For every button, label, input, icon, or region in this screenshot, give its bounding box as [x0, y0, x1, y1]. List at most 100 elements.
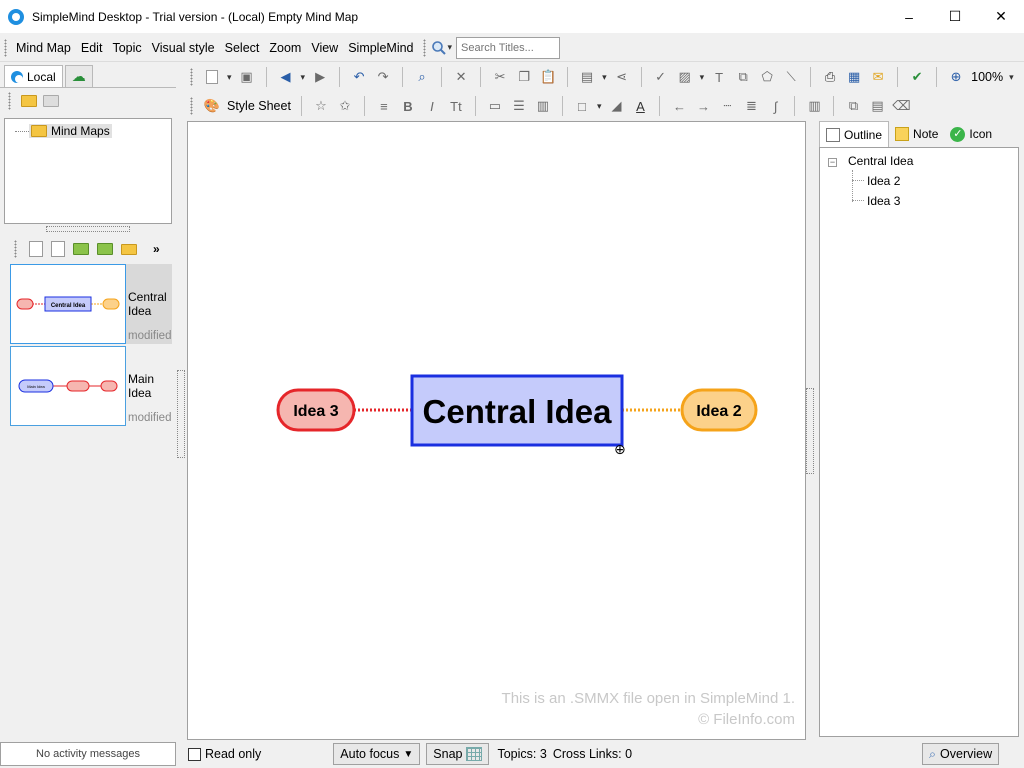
back-icon[interactable]: ◀ — [277, 68, 295, 86]
find-icon[interactable]: ⌕ — [413, 68, 431, 86]
layout-icon[interactable]: ▥ — [805, 97, 823, 115]
toolbar-grip[interactable] — [4, 38, 7, 57]
cut-icon[interactable]: ✂ — [491, 68, 509, 86]
dotted-line-icon[interactable]: ┈ — [718, 97, 736, 115]
collapse-icon[interactable]: − — [828, 158, 837, 167]
rounded-rect-icon[interactable]: ▭ — [486, 97, 504, 115]
add-topic-handle-icon[interactable]: ⊕ — [614, 442, 626, 458]
chevron-down-icon[interactable]: ▾ — [448, 42, 453, 53]
image-icon[interactable]: ▨ — [676, 68, 694, 86]
export-icon[interactable] — [97, 243, 113, 255]
tab-outline[interactable]: Outline — [819, 121, 890, 147]
minimize-button[interactable]: – — [886, 0, 932, 33]
new-document-icon[interactable] — [29, 241, 43, 257]
save-icon[interactable]: ▣ — [238, 68, 256, 86]
chevron-down-icon[interactable]: ▾ — [602, 72, 607, 83]
outline-item-central-idea[interactable]: Central Idea — [848, 154, 913, 168]
right-splitter[interactable] — [806, 388, 814, 474]
bold-icon[interactable]: B — [399, 97, 417, 115]
checkbox-icon[interactable]: ✓ — [652, 68, 670, 86]
chevron-down-icon[interactable]: ▾ — [227, 72, 232, 83]
chevron-down-icon[interactable]: ▾ — [1009, 72, 1014, 83]
menu-visual-style[interactable]: Visual style — [147, 35, 220, 61]
menu-mind-map[interactable]: Mind Map — [11, 35, 76, 61]
eraser-icon[interactable]: ⌫ — [892, 97, 910, 115]
copy-style-icon[interactable]: ⧉ — [844, 97, 862, 115]
list-icon[interactable]: ☰ — [510, 97, 528, 115]
snap-button[interactable]: Snap — [426, 743, 490, 765]
menu-view[interactable]: View — [306, 35, 343, 61]
overview-button[interactable]: ⌕ Overview — [922, 743, 1000, 765]
print-icon[interactable]: ⎙ — [821, 68, 839, 86]
auto-focus-button[interactable]: Auto focus ▼ — [333, 743, 421, 765]
close-button[interactable]: ✕ — [978, 0, 1024, 33]
menu-zoom[interactable]: Zoom — [264, 35, 306, 61]
toolbar-grip[interactable] — [422, 38, 426, 57]
toolbar-grip[interactable] — [190, 97, 193, 115]
relation-icon[interactable]: ⟍ — [782, 68, 800, 86]
new-folder-icon[interactable] — [21, 95, 37, 107]
text-icon[interactable]: T — [710, 68, 728, 86]
tree-item-mind-maps[interactable]: Mind Maps — [29, 124, 112, 138]
toolbar-grip[interactable] — [190, 68, 193, 86]
outline-item-idea-2[interactable]: Idea 2 — [867, 174, 900, 188]
toolbar-grip[interactable] — [14, 240, 17, 258]
tab-note[interactable]: Note — [889, 121, 944, 147]
italic-icon[interactable]: I — [423, 97, 441, 115]
undo-icon[interactable]: ↶ — [350, 68, 368, 86]
stars-icon[interactable]: ✩ — [336, 97, 354, 115]
chevron-down-icon[interactable]: ▾ — [700, 72, 705, 83]
forward-icon[interactable]: ▶ — [311, 68, 329, 86]
delete-icon[interactable]: ✕ — [452, 68, 470, 86]
tab-local[interactable]: Local — [4, 65, 63, 87]
zoom-icon[interactable]: ⊕ — [947, 68, 965, 86]
email-icon[interactable] — [121, 243, 137, 255]
shape-icon[interactable]: ⬠ — [758, 68, 776, 86]
align-icon[interactable]: ≡ — [375, 97, 393, 115]
read-only-checkbox[interactable] — [188, 747, 201, 761]
arrow-left-icon[interactable]: ← — [670, 97, 688, 115]
border-icon[interactable]: □ — [573, 97, 591, 115]
fill-icon[interactable]: ◢ — [607, 97, 625, 115]
text-color-icon[interactable]: A — [631, 97, 649, 115]
redo-icon[interactable]: ↷ — [374, 68, 392, 86]
outline-item-idea-3[interactable]: Idea 3 — [867, 194, 900, 208]
column-icon[interactable]: ▥ — [534, 97, 552, 115]
menu-select[interactable]: Select — [220, 35, 265, 61]
arrow-right-icon[interactable]: → — [694, 97, 712, 115]
tab-icon[interactable]: ✓ Icon — [944, 121, 998, 147]
search-icon[interactable] — [430, 39, 448, 57]
toolbar-grip[interactable] — [8, 92, 11, 110]
menu-edit[interactable]: Edit — [76, 35, 108, 61]
style-sheet-button[interactable]: Style Sheet — [227, 99, 291, 113]
spellcheck-icon[interactable]: ✔ — [908, 68, 926, 86]
new-map-icon[interactable] — [203, 68, 221, 86]
mind-map-canvas[interactable]: Idea 3 Central Idea Idea 2 ⊕ This is an … — [187, 121, 806, 740]
list-item[interactable]: Main Idea Main Idea modified — [10, 346, 172, 426]
line-width-icon[interactable]: ≣ — [742, 97, 760, 115]
tab-cloud[interactable]: ☁ — [64, 65, 93, 87]
star-icon[interactable]: ☆ — [312, 97, 330, 115]
panel-splitter[interactable] — [46, 226, 130, 232]
export-icon[interactable]: ▤ — [578, 68, 596, 86]
share-icon[interactable]: ⋖ — [613, 68, 631, 86]
menu-simplemind[interactable]: SimpleMind — [343, 35, 418, 61]
palette-icon[interactable]: 🎨 — [203, 97, 221, 115]
zoom-level[interactable]: 100% — [971, 70, 1003, 84]
copy-document-icon[interactable] — [51, 241, 65, 257]
paste-style-icon[interactable]: ▤ — [868, 97, 886, 115]
search-input[interactable] — [456, 36, 561, 59]
link-icon[interactable]: ⧉ — [734, 68, 752, 86]
font-icon[interactable]: Tt — [447, 97, 465, 115]
folder-settings-icon[interactable] — [43, 95, 59, 107]
page-setup-icon[interactable]: ▦ — [845, 68, 863, 86]
chevron-down-icon[interactable]: ▾ — [301, 72, 306, 83]
import-icon[interactable] — [73, 243, 89, 255]
maximize-button[interactable]: ☐ — [932, 0, 978, 33]
more-chevron-icon[interactable]: » — [153, 242, 160, 256]
left-splitter[interactable] — [177, 370, 185, 458]
copy-icon[interactable]: ❐ — [515, 68, 533, 86]
list-item[interactable]: Central Idea Central Idea modified — [10, 264, 172, 344]
chevron-down-icon[interactable]: ▾ — [597, 101, 602, 112]
paste-icon[interactable]: 📋 — [539, 68, 557, 86]
